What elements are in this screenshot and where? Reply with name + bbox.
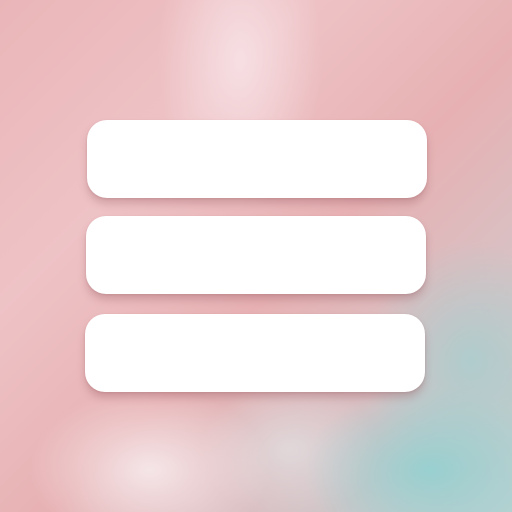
menu-bar-middle [86,216,426,294]
menu-bar-top [87,120,427,198]
app-icon-background [0,0,512,512]
menu-bar-bottom [85,314,425,392]
hamburger-menu-icon[interactable] [0,0,512,512]
